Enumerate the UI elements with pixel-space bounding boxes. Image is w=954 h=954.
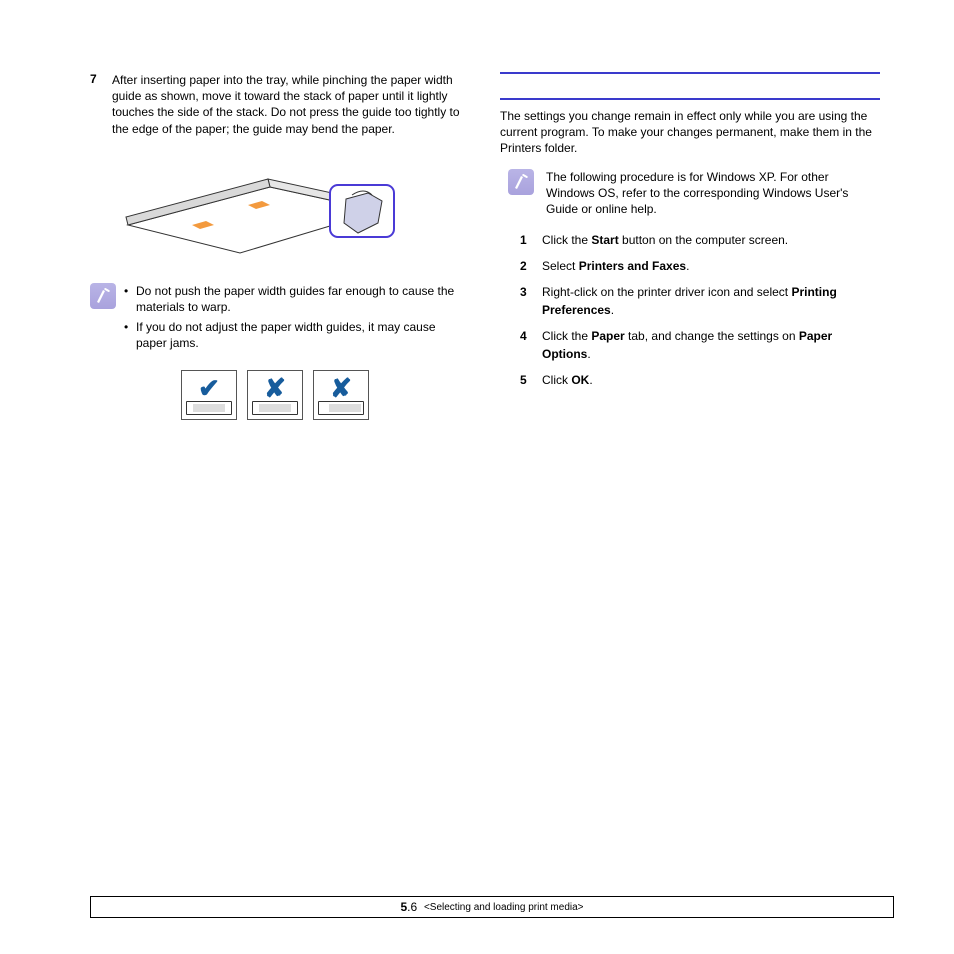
example-wrong: ✘ bbox=[247, 370, 303, 420]
cross-icon: ✘ bbox=[264, 375, 286, 401]
note-bullet: Do not push the paper width guides far e… bbox=[124, 283, 460, 315]
example-correct: ✔ bbox=[181, 370, 237, 420]
step-text: Click OK. bbox=[542, 371, 880, 389]
step-number: 7 bbox=[90, 72, 104, 137]
step-number: 3 bbox=[520, 283, 534, 319]
note-icon bbox=[508, 169, 534, 195]
note-bullet: If you do not adjust the paper width gui… bbox=[124, 319, 460, 351]
cross-icon: ✘ bbox=[330, 375, 352, 401]
section-intro: The settings you change remain in effect… bbox=[500, 108, 880, 157]
step-text: Right-click on the printer driver icon a… bbox=[542, 283, 880, 319]
step-number: 5 bbox=[520, 371, 534, 389]
step-number: 4 bbox=[520, 327, 534, 363]
note-text: The following procedure is for Windows X… bbox=[546, 169, 880, 218]
step-number: 1 bbox=[520, 231, 534, 249]
step-text: After inserting paper into the tray, whi… bbox=[112, 72, 460, 137]
check-icon: ✔ bbox=[198, 375, 220, 401]
note-icon bbox=[90, 283, 116, 309]
page-footer: 5.6 <Selecting and loading print media> bbox=[90, 896, 894, 918]
tray-figure bbox=[120, 155, 410, 265]
example-wrong: ✘ bbox=[313, 370, 369, 420]
step-text: Click the Paper tab, and change the sett… bbox=[542, 327, 880, 363]
example-row: ✔ ✘ ✘ bbox=[90, 370, 460, 420]
step-text: Click the Start button on the computer s… bbox=[542, 231, 880, 249]
step-number: 2 bbox=[520, 257, 534, 275]
section-heading bbox=[500, 72, 880, 100]
step-text: Select Printers and Faxes. bbox=[542, 257, 880, 275]
